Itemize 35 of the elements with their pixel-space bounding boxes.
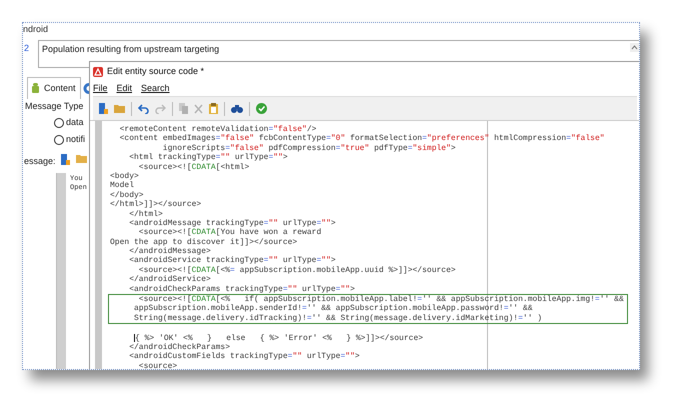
code-line: <source><![CDATA[<% if( appSubscription.mobileApp.label!='' && appSubscription.mobileApp.img!='' && [138, 295, 624, 304]
code-line: </androidService> [128, 275, 212, 285]
code-line: <androidCheckParams trackingType="" urlType=""> [128, 284, 356, 294]
menu-item[interactable]: File [93, 82, 108, 96]
menu-item[interactable]: Edit [116, 82, 132, 96]
code-line: </body> [110, 190, 145, 200]
code-line: <source><![CDATA[<%= appSubscription.mobileApp.uuid %>]]></source> [138, 266, 457, 275]
code-line: <androidService trackingType="" urlType=""> [128, 256, 337, 266]
code-line: <source> [138, 362, 178, 369]
menu-item[interactable]: Search [141, 82, 170, 96]
message-label: essage: [24, 157, 56, 166]
code-line: <androidMessage trackingType="" urlType=""> [128, 218, 337, 228]
code-line: </html> [128, 210, 164, 219]
code-line: <body> [110, 172, 140, 181]
message-type-label: Message Type [25, 102, 84, 111]
code-line: appSubscription.mobileApp.senderId!='' && appSubscription.mobileApp.password!='' && [133, 304, 534, 314]
code-line: <remoteContent remoteValidation="false"/> [118, 125, 318, 134]
radio-label: data [66, 116, 84, 129]
code-line: Model [110, 181, 136, 191]
code-line: { %> 'OK' <% } else { %> 'Error' <% } %>]]></source> [135, 334, 424, 343]
code-line: <source><![CDATA[You have won a reward [138, 228, 322, 238]
content-tab[interactable]: Content [27, 77, 81, 99]
code-line: ignoreScripts="false" pdfCompression="true" pdfType="simple"> [162, 144, 457, 153]
code-line: String(message.delivery.idTracking)!='' && String(message.delivery.idMarketing)!='' ) [133, 314, 544, 324]
radio-label: notifi [66, 133, 86, 146]
code-line: </html>]]></source> [110, 200, 202, 210]
code-line: </androidMessage> [128, 247, 211, 256]
field-number: 2 [24, 44, 30, 53]
code-line: </androidCheckParams> [128, 342, 232, 352]
code-line: <html trackingType="" urlType=""> [128, 153, 289, 163]
code-line: <content embedImages="false" fcbContentType="0" formatSelection="preferences" htmlCompression="false" [118, 134, 606, 144]
code-line: Open the app to discover it]]></source> [110, 238, 298, 247]
code-line: <androidCustomFields trackingType="" urlType=""> [128, 352, 361, 362]
section-title: ndroid [23, 25, 48, 34]
code-line: <source><![CDATA[<html> [138, 162, 250, 172]
